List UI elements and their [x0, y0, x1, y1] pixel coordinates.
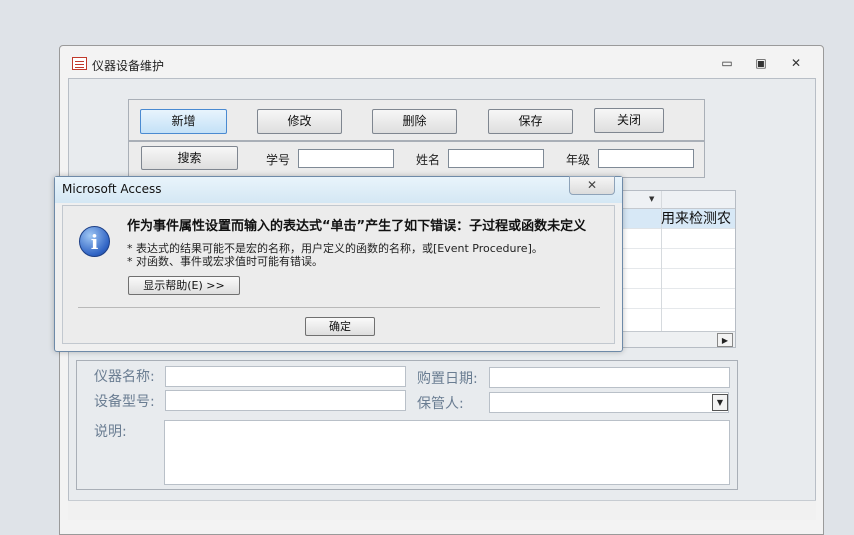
delete-button[interactable]: 删除 — [372, 109, 457, 134]
error-message: 作为事件属性设置而输入的表达式“单击”产生了如下错误：子过程或函数未定义 — [127, 219, 587, 234]
restore-icon[interactable]: ▣ — [750, 54, 772, 72]
form-icon — [72, 57, 87, 70]
add-button[interactable]: 新增 — [140, 109, 227, 134]
close-window-icon[interactable]: ✕ — [785, 54, 807, 72]
device-name-input[interactable] — [165, 366, 406, 387]
show-help-button[interactable]: 显示帮助(E) >> — [128, 276, 240, 295]
keeper-combo[interactable] — [489, 392, 729, 413]
dialog-title: Microsoft Access — [62, 182, 162, 196]
keeper-label: 保管人: — [417, 396, 464, 412]
column-dropdown-icon[interactable]: ▼ — [649, 195, 654, 203]
model-label: 设备型号: — [94, 394, 155, 410]
scroll-right-icon[interactable]: ▶ — [717, 333, 733, 347]
grid-cell-description[interactable]: 用来检测农 — [661, 208, 735, 228]
grade-label: 年级 — [566, 153, 591, 167]
student-id-label: 学号 — [266, 153, 291, 167]
description-label: 说明: — [94, 424, 127, 440]
search-button[interactable]: 搜索 — [141, 146, 238, 170]
status-strip — [68, 500, 816, 520]
error-detail-line: * 对函数、事件或宏求值时可能有错误。 — [127, 255, 323, 268]
ok-button[interactable]: 确定 — [305, 317, 375, 336]
model-input[interactable] — [165, 390, 406, 411]
info-icon: i — [79, 226, 110, 257]
description-textarea[interactable] — [164, 420, 730, 485]
keeper-dropdown-icon[interactable]: ▼ — [712, 394, 728, 411]
student-id-input[interactable] — [298, 149, 394, 168]
dialog-close-icon[interactable]: ✕ — [569, 176, 615, 195]
purchase-date-label: 购置日期: — [417, 371, 478, 387]
minimize-icon[interactable]: ▭ — [716, 54, 738, 72]
name-input[interactable] — [448, 149, 544, 168]
device-name-label: 仪器名称: — [94, 369, 155, 385]
dialog-separator — [78, 307, 600, 308]
window-title: 仪器设备维护 — [92, 59, 165, 73]
save-button[interactable]: 保存 — [488, 109, 573, 134]
edit-button[interactable]: 修改 — [257, 109, 342, 134]
grade-input[interactable] — [598, 149, 694, 168]
name-label: 姓名 — [416, 153, 441, 167]
close-button[interactable]: 关闭 — [594, 108, 664, 133]
purchase-date-input[interactable] — [489, 367, 730, 388]
